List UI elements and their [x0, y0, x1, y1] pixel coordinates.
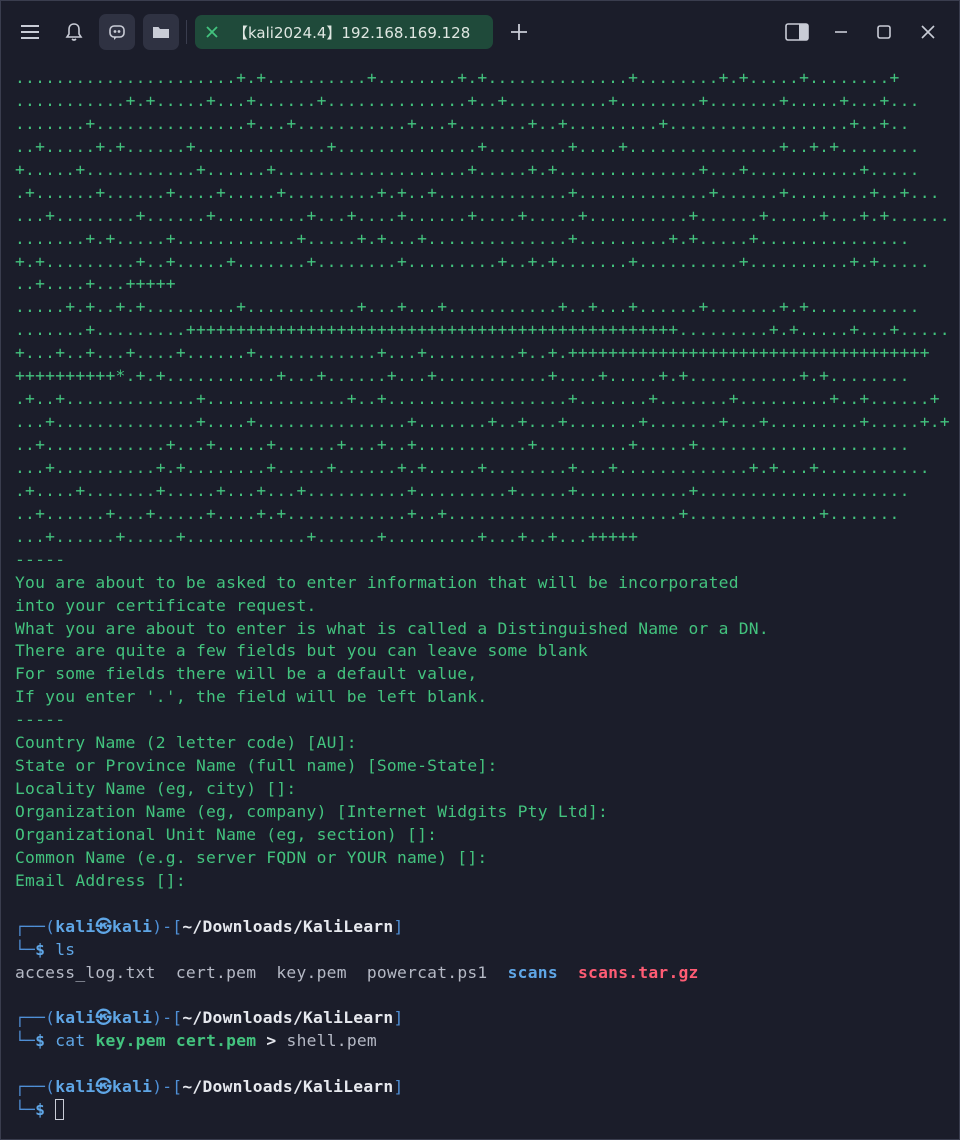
separator-line: ----- — [15, 549, 66, 569]
close-icon — [921, 25, 935, 39]
file-manager-button[interactable] — [143, 14, 179, 50]
assistant-icon — [109, 25, 125, 40]
command-cat: cat — [55, 1031, 86, 1051]
field-prompt: State or Province Name (full name) [Some… — [15, 756, 498, 776]
separator-line: ----- — [15, 710, 66, 730]
split-view-button[interactable] — [779, 14, 815, 50]
keygen-line: ..+.....+.+......+.............+........… — [15, 136, 920, 156]
info-line: There are quite a few fields but you can… — [15, 641, 588, 661]
active-prompt-line[interactable]: └─$ — [15, 1099, 950, 1122]
prompt-header: ┌──(kali㉿kali)-[~/Downloads/KaliLearn] — [15, 1008, 404, 1028]
keygen-line: +...+..+...+....+......+............+...… — [15, 343, 930, 363]
keygen-line: +.....+...........+......+..............… — [15, 159, 920, 179]
keygen-line: ...+..............+....+...............+… — [15, 412, 950, 432]
prompt-command-line: └─$ cat key.pem cert.pem > shell.pem — [15, 1031, 377, 1051]
field-prompt: Common Name (e.g. server FQDN or YOUR na… — [15, 847, 488, 867]
keygen-line: ...........+.+.....+...+......+.........… — [15, 90, 920, 110]
prompt-command-line: └─$ ls — [15, 939, 76, 959]
keygen-line: ..+............+...+.....+......+...+..+… — [15, 435, 910, 454]
command-ls: ls — [55, 939, 76, 959]
notifications-button[interactable] — [56, 14, 92, 50]
keygen-line: ......................+.+..........+....… — [15, 68, 900, 87]
info-line: into your certificate request. — [15, 595, 317, 615]
minimize-button[interactable] — [823, 14, 859, 50]
title-bar: 【kali2024.4】192.168.169.128 — [0, 0, 960, 64]
tab-session[interactable]: 【kali2024.4】192.168.169.128 — [195, 15, 493, 49]
field-prompt: Email Address []: — [15, 870, 186, 890]
keygen-line: .+......+......+....+.....+.........+.+.… — [15, 182, 940, 202]
keygen-line: ++++++++++*.+.+...........+...+......+..… — [15, 366, 910, 386]
maximize-icon — [877, 25, 891, 39]
maximize-button[interactable] — [866, 14, 902, 50]
assistant-button[interactable] — [99, 14, 135, 50]
keygen-line: ..+....+...+++++ — [15, 274, 176, 294]
field-prompt: Locality Name (eg, city) []: — [15, 779, 297, 799]
prompt-header: ┌──(kali㉿kali)-[~/Downloads/KaliLearn] — [15, 916, 404, 936]
split-view-icon — [785, 23, 809, 41]
info-line: What you are about to enter is what is c… — [15, 618, 769, 638]
field-prompt: Organizational Unit Name (eg, section) [… — [15, 824, 438, 844]
keygen-line: +.+.........+..+.....+.......+........+.… — [15, 251, 930, 271]
toolbar-divider — [186, 20, 187, 44]
keygen-line: ...+..........+.+........+.....+......+.… — [15, 457, 930, 477]
keygen-line: .......+.+.....+............+.....+.+...… — [15, 228, 910, 248]
hamburger-menu-button[interactable] — [12, 14, 48, 50]
keygen-line: ..+......+...+.....+....+.+............+… — [15, 503, 900, 523]
field-prompt: Organization Name (eg, company) [Interne… — [15, 802, 609, 821]
minimize-icon — [835, 31, 847, 33]
new-tab-button[interactable] — [501, 14, 537, 50]
terminal-output[interactable]: ......................+.+..........+....… — [15, 67, 950, 1132]
hamburger-icon — [21, 25, 39, 39]
keygen-line: .....+.+..+.+.........+...........+...+.… — [15, 297, 920, 317]
tab-close-button[interactable] — [195, 25, 229, 39]
info-line: If you enter '.', the field will be left… — [15, 687, 488, 707]
info-line: You are about to be asked to enter infor… — [15, 572, 739, 592]
prompt-header: ┌──(kali㉿kali)-[~/Downloads/KaliLearn] — [15, 1077, 404, 1097]
close-icon — [206, 26, 218, 38]
close-window-button[interactable] — [910, 14, 946, 50]
keygen-line: .+..+.............+..............+..+...… — [15, 389, 940, 409]
plus-icon — [511, 24, 527, 40]
ls-output: access_log.txt cert.pem key.pem powercat… — [15, 962, 699, 982]
keygen-line: ...+........+......+.........+...+....+.… — [15, 205, 950, 225]
keygen-line: .......+...............+...+...........+… — [15, 113, 910, 133]
field-prompt: Country Name (2 letter code) [AU]: — [15, 733, 357, 753]
info-line: For some fields there will be a default … — [15, 664, 478, 684]
keygen-line: .......+.........+++++++++++++++++++++++… — [15, 320, 950, 340]
folder-icon — [153, 27, 169, 38]
bell-icon — [65, 23, 83, 41]
tab-title: 【kali2024.4】192.168.169.128 — [233, 23, 471, 42]
text-cursor[interactable] — [55, 1099, 65, 1121]
keygen-line: .+....+.......+.....+...+...+..........+… — [15, 480, 910, 500]
keygen-line: ...+......+.....+............+......+...… — [15, 526, 639, 546]
